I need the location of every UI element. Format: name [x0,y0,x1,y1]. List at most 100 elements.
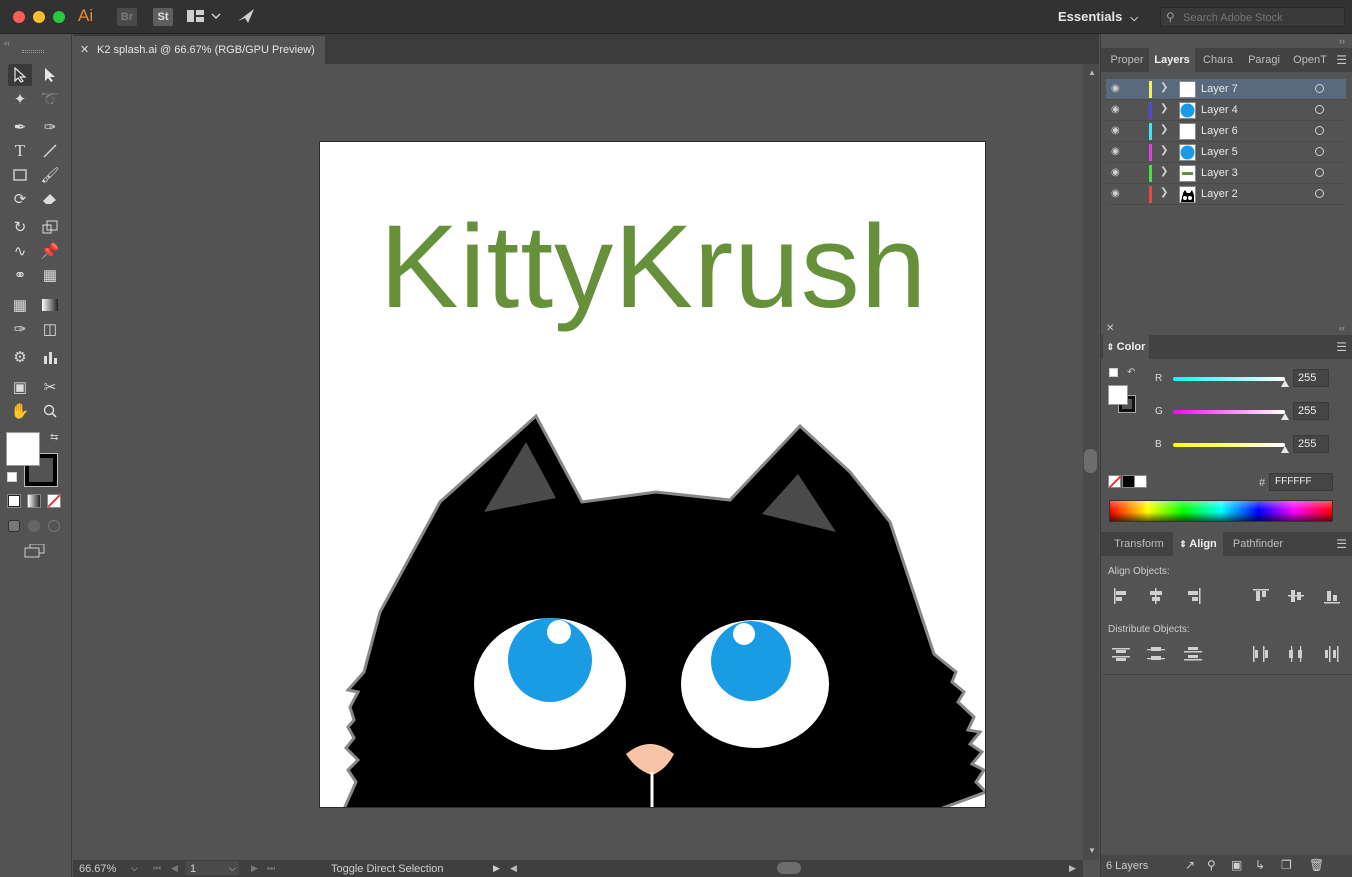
layer-row[interactable]: ◉ ❯ Layer 5 [1106,142,1346,163]
swap-colors-icon[interactable]: ↶ [1127,367,1135,378]
rotate-tool-icon[interactable]: ↻ [8,216,32,238]
screen-mode-icon[interactable] [24,543,46,558]
layer-row[interactable]: ◉ ❯ Layer 2 [1106,184,1346,205]
artboard[interactable]: KittyKrush [319,141,986,808]
gradient-mode-icon[interactable] [27,494,41,508]
default-colors-icon[interactable] [1109,368,1118,377]
locate-object-icon[interactable]: ⚲ [1207,858,1216,872]
workspace-switcher[interactable]: Essentials ⌵ [1058,9,1138,24]
layer-name[interactable]: Layer 2 [1201,188,1238,200]
close-window-button[interactable] [13,11,25,23]
curvature-tool-icon[interactable]: ✑ [38,116,62,138]
visibility-eye-icon[interactable]: ◉ [1111,104,1120,115]
scroll-left-icon[interactable]: ◀ [510,863,517,874]
layer-row[interactable]: ◉ ❯ Layer 6 [1106,121,1346,142]
collapse-icon[interactable]: ‹‹ [4,38,10,48]
close-panel-icon[interactable]: ✕ [1106,323,1114,334]
gradient-tool-icon[interactable] [38,294,62,316]
layer-target-icon[interactable] [1315,105,1324,114]
channel-slider[interactable] [1173,443,1285,447]
expand-layer-icon[interactable]: ❯ [1160,124,1168,135]
column-graph-tool-icon[interactable] [38,346,62,368]
cat-illustration[interactable] [320,142,986,808]
magic-wand-tool-icon[interactable]: ✦ [8,88,32,110]
layer-name[interactable]: Layer 6 [1201,125,1238,137]
tab-pathfinder[interactable]: Pathfinder [1225,532,1291,556]
tab-paragraph[interactable]: Paragi [1241,48,1287,72]
layer-target-icon[interactable] [1315,147,1324,156]
close-document-icon[interactable]: ✕ [80,43,89,56]
tab-align[interactable]: ⇕ Align [1173,532,1223,556]
visibility-eye-icon[interactable]: ◉ [1111,167,1120,178]
vertical-align-center-icon[interactable] [1287,588,1305,604]
color-spectrum[interactable] [1109,500,1333,522]
swap-fill-stroke-icon[interactable]: ⇆ [50,432,58,443]
tab-transform[interactable]: Transform [1105,532,1173,556]
draw-normal-icon[interactable] [8,520,20,532]
layer-target-icon[interactable] [1315,168,1324,177]
vertical-align-top-icon[interactable] [1252,588,1270,604]
delete-layer-icon[interactable]: 🗑 [1309,858,1324,872]
zoom-level[interactable]: 66.67% [79,863,116,875]
selection-tool-icon[interactable] [8,64,32,86]
vertical-align-bottom-icon[interactable] [1323,588,1341,604]
new-layer-icon[interactable]: ❐ [1281,858,1292,872]
draw-behind-icon[interactable] [28,520,40,532]
artboard-chevron-down-icon[interactable]: ⌵ [229,863,236,874]
draw-inside-icon[interactable] [48,520,60,532]
channel-value-input[interactable]: 255 [1293,369,1329,387]
fill-swatch[interactable] [6,432,40,466]
none-swatch[interactable] [1108,475,1122,489]
hand-tool-icon[interactable]: ✋ [8,400,32,422]
vertical-scroll-thumb[interactable] [1084,449,1097,473]
export-icon[interactable]: ↗ [1185,858,1195,872]
new-sublayer-icon[interactable]: ↳ [1255,858,1265,872]
scale-tool-icon[interactable] [38,216,62,238]
minimize-window-button[interactable] [33,11,45,23]
eraser-tool-icon[interactable] [38,188,62,210]
vertical-distribute-top-icon[interactable] [1112,646,1130,662]
scroll-right-icon[interactable]: ▶ [1069,863,1076,874]
stock-search[interactable]: ⚲ [1160,7,1345,27]
color-fill-swatch[interactable] [1108,385,1128,405]
horizontal-distribute-center-icon[interactable] [1287,646,1305,662]
blend-tool-icon[interactable]: ◫ [38,318,62,340]
tab-character[interactable]: Chara [1195,48,1241,72]
panel-grip[interactable] [22,50,44,53]
tab-layers[interactable]: Layers [1149,48,1195,72]
type-tool-icon[interactable]: T [8,140,32,162]
visibility-eye-icon[interactable]: ◉ [1111,125,1120,136]
zoom-chevron-down-icon[interactable]: ⌵ [131,863,138,874]
channel-slider[interactable] [1173,377,1285,381]
layer-name[interactable]: Layer 7 [1201,83,1238,95]
align-panel-menu-icon[interactable]: ☰ [1336,537,1347,551]
expand-layer-icon[interactable]: ❯ [1160,187,1168,198]
paintbrush-tool-icon[interactable]: 🖌 [38,164,62,186]
layer-target-icon[interactable] [1315,189,1324,198]
layer-name[interactable]: Layer 3 [1201,167,1238,179]
channel-slider-handle[interactable] [1281,380,1289,387]
expand-layer-icon[interactable]: ❯ [1160,103,1168,114]
layers-panel-menu-icon[interactable]: ☰ [1336,53,1347,67]
status-menu-arrow-icon[interactable]: ▶ [493,863,500,874]
zoom-tool-icon[interactable] [38,400,62,422]
vertical-distribute-center-icon[interactable] [1147,646,1165,662]
channel-value-input[interactable]: 255 [1293,402,1329,420]
hex-input[interactable]: FFFFFF [1269,473,1333,491]
horizontal-align-left-icon[interactable] [1112,588,1130,604]
horizontal-scroll-thumb[interactable] [777,862,801,874]
white-swatch[interactable] [1134,475,1147,488]
zoom-window-button[interactable] [53,11,65,23]
mesh-tool-icon[interactable]: ▦ [8,294,32,316]
expand-panels-icon[interactable]: ›› [1339,36,1345,46]
horizontal-align-right-icon[interactable] [1184,588,1202,604]
channel-slider[interactable] [1173,410,1285,414]
slice-tool-icon[interactable]: ✂ [38,376,62,398]
layer-target-icon[interactable] [1315,84,1324,93]
channel-value-input[interactable]: 255 [1293,435,1329,453]
layer-row[interactable]: ◉ ❯ Layer 4 [1106,100,1346,121]
expand-layer-icon[interactable]: ❯ [1160,166,1168,177]
document-tab[interactable]: ✕ K2 splash.ai @ 66.67% (RGB/GPU Preview… [73,36,325,64]
channel-slider-handle[interactable] [1281,413,1289,420]
shaper-tool-icon[interactable]: ⟳ [8,188,32,210]
